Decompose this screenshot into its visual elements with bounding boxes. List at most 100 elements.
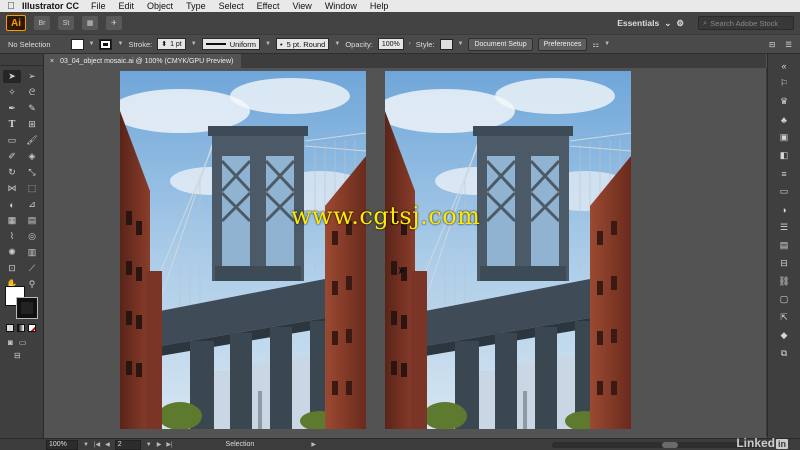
symbol-sprayer-tool-icon[interactable]: ✺ [3,246,21,259]
pen-tool-icon[interactable]: ✒ [3,102,21,115]
menu-object[interactable]: Object [147,1,173,11]
draw-mode-icon[interactable]: ◙ [8,338,13,347]
rotate-tool-icon[interactable]: ↻ [3,166,21,179]
type-tool-icon[interactable]: T [3,118,21,131]
appearance-icon[interactable]: ☰ [776,221,792,234]
artboard-number-field[interactable]: 2 [114,439,141,450]
previous-artboard-icon[interactable]: ◀ [105,441,110,448]
symbols-icon[interactable]: ♣ [776,113,792,126]
menu-edit[interactable]: Edit [119,1,135,11]
canvas-area[interactable]: www.cgtsj.com ➤ [45,68,767,436]
align-icon[interactable]: ⊟ [776,257,792,270]
brush-definition[interactable]: • 5 pt. Round [275,38,330,50]
collapse-panels-icon[interactable]: « [776,59,792,72]
opacity-field[interactable]: 100% [377,38,404,50]
stroke-swatch[interactable] [99,38,113,50]
stock-button[interactable]: St [58,16,74,30]
menu-file[interactable]: File [91,1,106,11]
image-trace-icon[interactable]: ▣ [776,131,792,144]
panel-menu-icon[interactable]: ☰ [785,40,792,49]
variable-width-profile[interactable]: Uniform [201,38,260,50]
artboard-1[interactable] [120,71,366,429]
artboard-2[interactable] [385,71,631,429]
bridge-button[interactable]: Br [34,16,50,30]
workspace-switcher[interactable]: Essentials ⌄ ⚙ [617,18,684,29]
graphic-style-swatch[interactable] [439,38,453,50]
lasso-tool-icon[interactable]: ᘓ [23,86,41,99]
selection-tool-icon[interactable]: ➤ [3,70,21,83]
paintbrush-tool-icon[interactable]: 🖌 [23,134,41,147]
next-artboard-icon[interactable]: ▶ [157,441,162,448]
arrange-documents-icon[interactable]: ▦ [82,16,98,30]
menu-type[interactable]: Type [186,1,206,11]
zoom-field[interactable]: 100% [46,439,78,450]
menu-select[interactable]: Select [219,1,244,11]
menu-view[interactable]: View [292,1,311,11]
shape-builder-tool-icon[interactable]: ◐ [3,198,21,211]
settings-icon[interactable]: ⚙ [676,18,684,29]
opacity-label[interactable]: Opacity: [345,40,373,49]
edit-toolbar-icon[interactable]: ⊟ [14,351,21,360]
close-tab-icon[interactable]: × [50,58,54,65]
mesh-tool-icon[interactable]: ▦ [3,214,21,227]
transparency-icon[interactable]: ◑ [776,203,792,216]
links-icon[interactable]: ⛓ [776,275,792,288]
fill-stroke-indicator[interactable] [5,286,39,320]
export-icon[interactable]: ⇱ [776,311,792,324]
eraser-tool-icon[interactable]: ◈ [23,150,41,163]
layers-icon[interactable]: ◆ [776,329,792,342]
stroke-color-box[interactable] [16,297,38,319]
stroke-label[interactable]: Stroke: [128,40,152,49]
slice-tool-icon[interactable]: ⟋ [23,262,41,275]
stroke-weight-field[interactable]: ⬍ 1 pt [157,38,186,50]
libraries-icon[interactable]: ♛ [776,95,792,108]
artboards-icon[interactable]: ▢ [776,293,792,306]
chevron-down-icon[interactable]: ▼ [117,41,123,47]
panel-collapse-grip[interactable] [0,54,43,66]
last-artboard-icon[interactable]: ▶| [166,441,172,448]
artboard-tool-icon[interactable]: ⊡ [3,262,21,275]
chevron-down-icon[interactable]: ▼ [146,442,152,448]
fill-swatch[interactable] [70,38,84,50]
menu-help[interactable]: Help [370,1,389,11]
first-artboard-icon[interactable]: |◀ [94,441,100,448]
chevron-right-icon[interactable]: ▶ [311,441,316,448]
stroke-panel-icon[interactable]: ≡ [776,167,792,180]
document-tab[interactable]: × 03_04_object mosaic.ai @ 100% (CMYK/GP… [46,54,242,68]
chevron-down-icon[interactable]: ▼ [458,41,464,47]
arrange-icon[interactable]: ⚏ [592,40,599,49]
apple-icon[interactable]:  [0,1,22,12]
width-tool-icon[interactable]: ⋈ [3,182,21,195]
screen-mode-icon[interactable]: ▭ [19,338,27,347]
column-graph-tool-icon[interactable]: ▥ [23,246,41,259]
color-icon[interactable]: ◧ [776,149,792,162]
asset-export-icon[interactable]: ⧉ [776,347,792,360]
gradient-panel-icon[interactable]: ▭ [776,185,792,198]
document-setup-button[interactable]: Document Setup [468,37,533,51]
panel-options-icon[interactable]: ⊟ [769,40,775,49]
preferences-button[interactable]: Preferences [537,37,588,51]
chevron-down-icon[interactable]: ▼ [604,41,610,47]
direct-selection-tool-icon[interactable]: ➢ [23,70,41,83]
stepper-icon[interactable]: ⬍ [161,40,167,48]
scale-tool-icon[interactable]: ⤡ [23,166,41,179]
color-mode-icon[interactable] [6,324,14,332]
free-transform-tool-icon[interactable]: ⬚ [23,182,41,195]
chevron-down-icon[interactable]: ▼ [265,41,271,47]
graphic-styles-icon[interactable]: ▤ [776,239,792,252]
blend-tool-icon[interactable]: ◎ [23,230,41,243]
gpu-performance-icon[interactable]: ✈ [106,16,122,30]
properties-icon[interactable]: ⚐ [776,77,792,90]
horizontal-scrollbar[interactable] [552,441,762,448]
adobe-stock-search[interactable]: ⌕ Search Adobe Stock [698,16,794,30]
chevron-down-icon[interactable]: ▼ [334,41,340,47]
chevron-right-icon[interactable]: › [409,41,411,47]
gradient-tool-icon[interactable]: ▤ [23,214,41,227]
chevron-down-icon[interactable]: ▼ [191,41,197,47]
chevron-down-icon[interactable]: ▼ [83,442,89,448]
shaper-tool-icon[interactable]: ✐ [3,150,21,163]
grid-tool-icon[interactable]: ⊞ [23,118,41,131]
gradient-mode-icon[interactable] [17,324,25,332]
menu-window[interactable]: Window [325,1,357,11]
magic-wand-tool-icon[interactable]: ✧ [3,86,21,99]
